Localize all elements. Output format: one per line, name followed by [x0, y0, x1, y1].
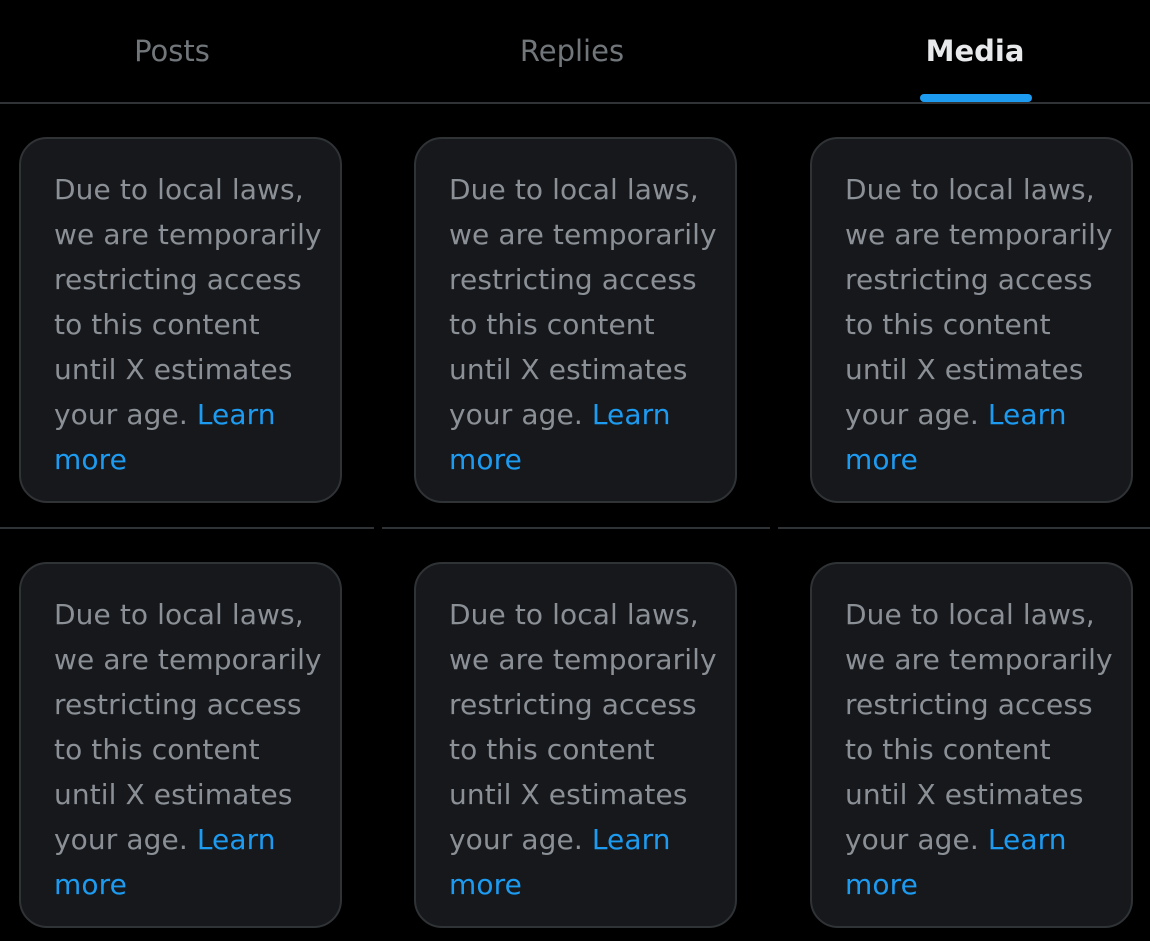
media-restricted-card: Due to local laws, we are temporarily re… [414, 137, 737, 503]
media-restricted-card: Due to local laws, we are temporarily re… [414, 562, 737, 928]
restriction-text: Due to local laws, we are temporarily re… [54, 173, 322, 431]
restriction-notice: Due to local laws, we are temporarily re… [449, 592, 717, 907]
row-divider [0, 527, 374, 529]
restriction-notice: Due to local laws, we are temporarily re… [54, 592, 322, 907]
tab-media[interactable]: Media [800, 0, 1150, 102]
row-divider [382, 527, 770, 529]
media-restricted-card: Due to local laws, we are temporarily re… [810, 137, 1133, 503]
media-restricted-card: Due to local laws, we are temporarily re… [810, 562, 1133, 928]
restriction-text: Due to local laws, we are temporarily re… [54, 598, 322, 856]
media-restricted-card: Due to local laws, we are temporarily re… [19, 137, 342, 503]
restriction-text: Due to local laws, we are temporarily re… [845, 598, 1113, 856]
restriction-notice: Due to local laws, we are temporarily re… [845, 167, 1113, 482]
active-tab-indicator [920, 94, 1032, 102]
restriction-notice: Due to local laws, we are temporarily re… [449, 167, 717, 482]
restriction-text: Due to local laws, we are temporarily re… [449, 598, 717, 856]
restriction-text: Due to local laws, we are temporarily re… [449, 173, 717, 431]
restriction-text: Due to local laws, we are temporarily re… [845, 173, 1113, 431]
restriction-notice: Due to local laws, we are temporarily re… [54, 167, 322, 482]
restriction-notice: Due to local laws, we are temporarily re… [845, 592, 1113, 907]
profile-tabs: Posts Replies Media [0, 0, 1150, 104]
media-restricted-card: Due to local laws, we are temporarily re… [19, 562, 342, 928]
tab-posts[interactable]: Posts [0, 0, 344, 102]
tab-replies[interactable]: Replies [376, 0, 768, 102]
row-divider [778, 527, 1150, 529]
